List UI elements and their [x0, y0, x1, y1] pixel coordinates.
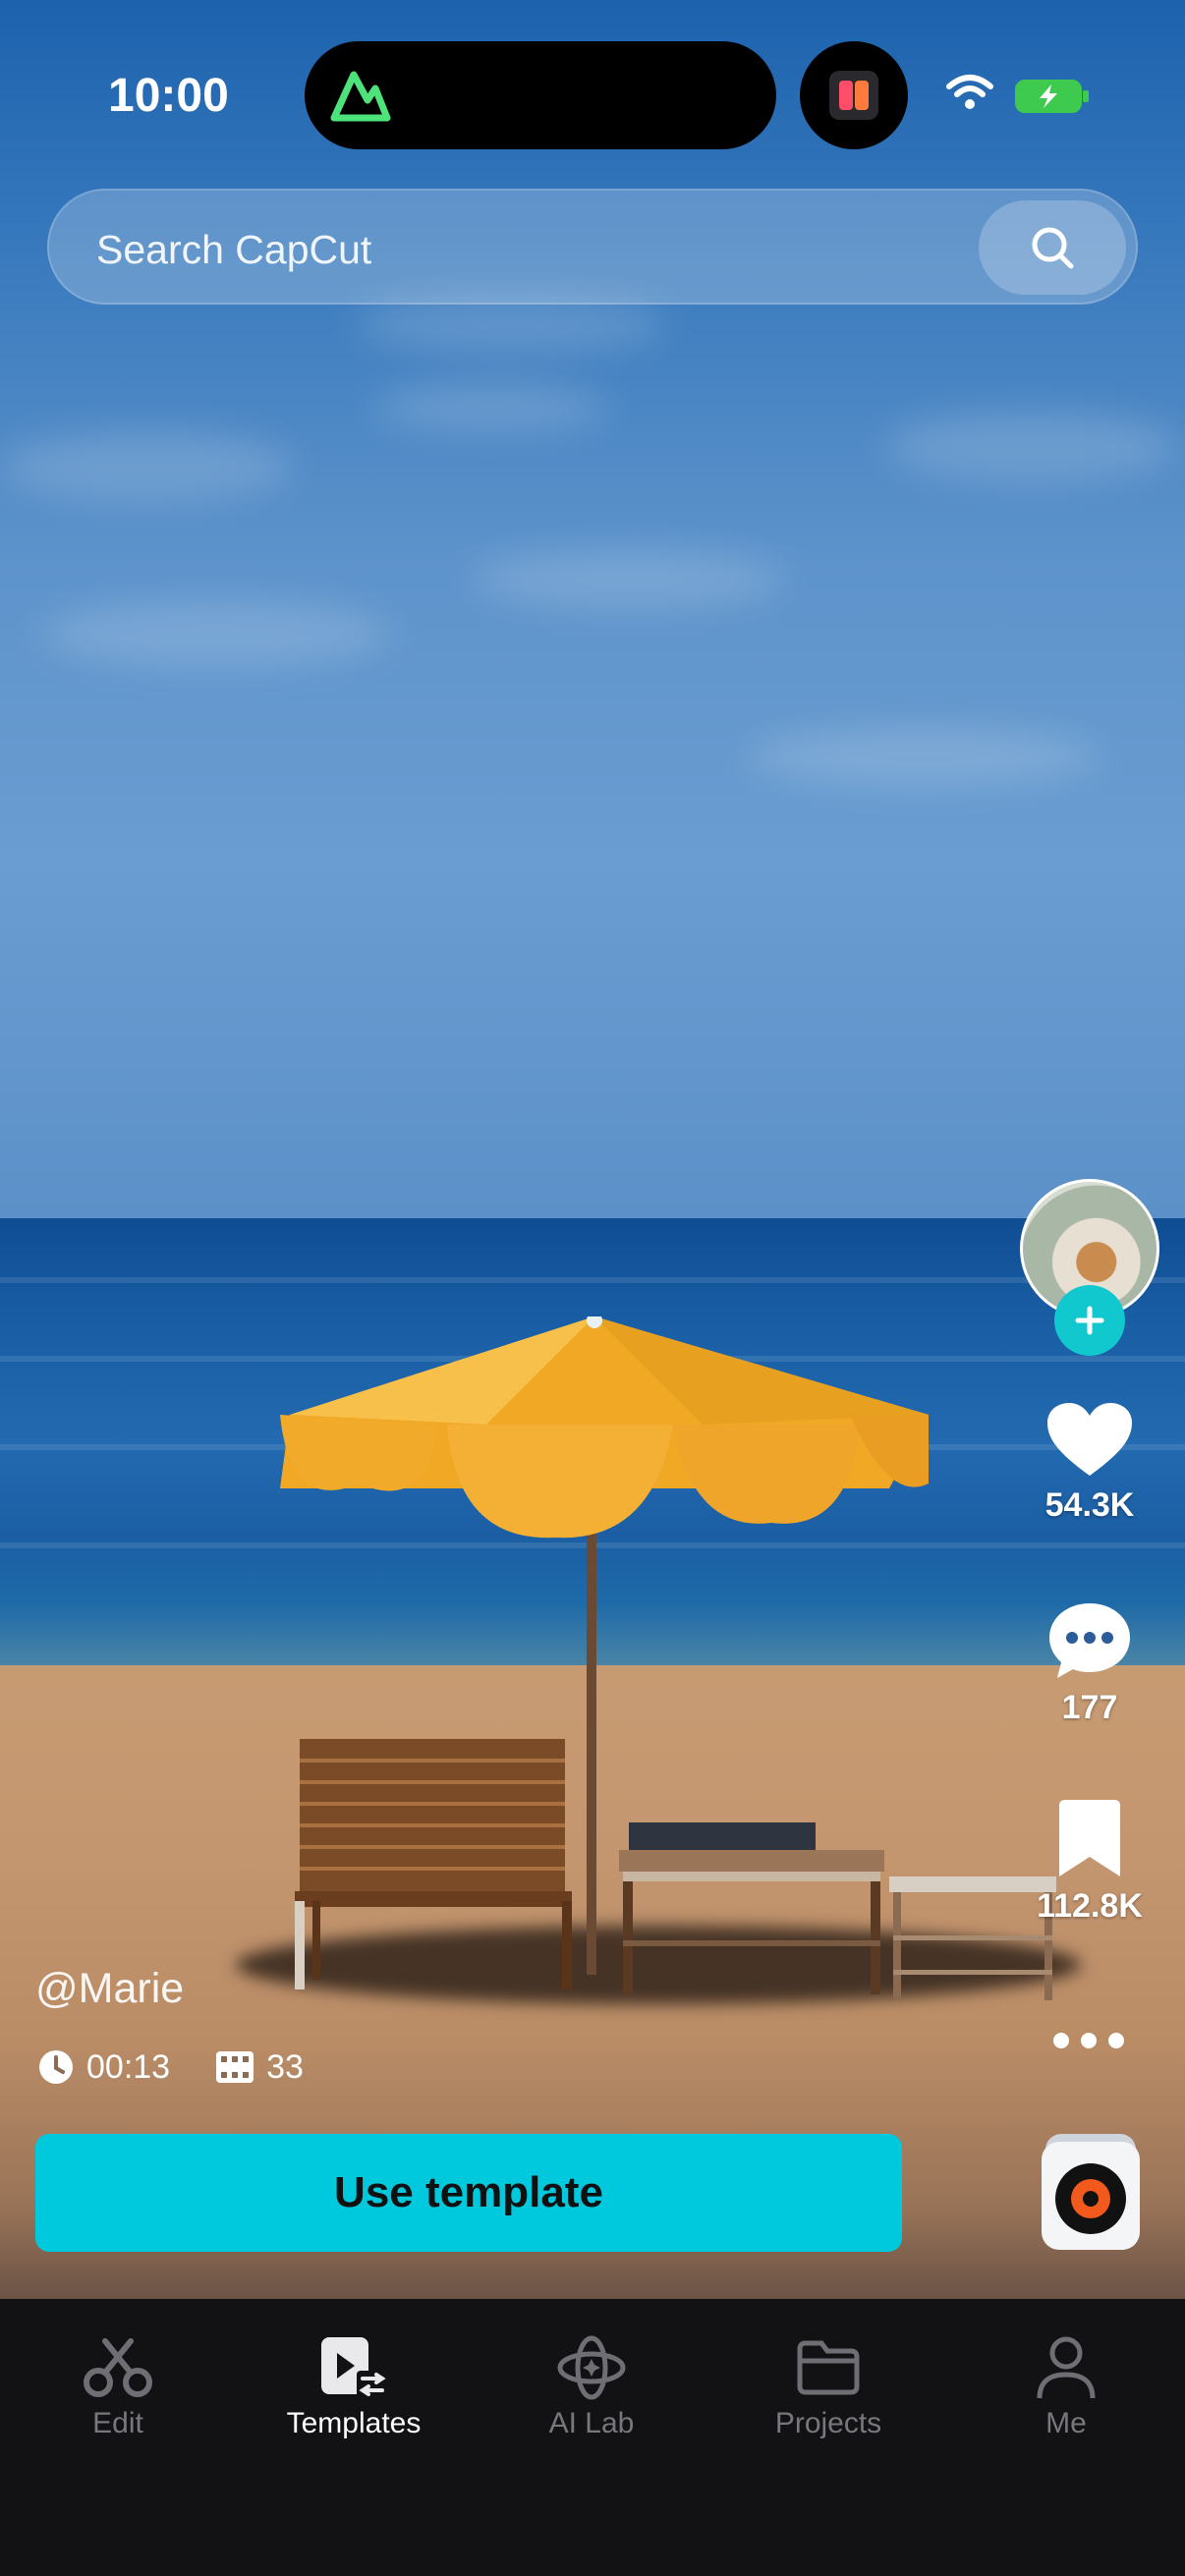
- clip-count: 33: [215, 2048, 304, 2087]
- cloud: [0, 432, 295, 501]
- template-meta: 00:13 33: [37, 2044, 349, 2091]
- tab-bar: Edit Templates AI Lab Projects Me: [0, 2299, 1185, 2576]
- clip-count-value: 33: [266, 2047, 304, 2086]
- cloud: [884, 413, 1179, 481]
- live-activity[interactable]: [800, 41, 908, 149]
- tab-label: Templates: [286, 2407, 422, 2439]
- follow-button[interactable]: [1054, 1285, 1125, 1356]
- tab-label: Edit: [92, 2407, 143, 2439]
- ai-lab-icon: [557, 2335, 626, 2400]
- comment-count: 177: [1061, 1689, 1118, 1726]
- wifi-icon: [946, 75, 993, 109]
- bookmark-icon: [1059, 1800, 1120, 1876]
- tab-label: AI Lab: [548, 2407, 635, 2439]
- more-options-icon[interactable]: [1051, 2026, 1126, 2055]
- clock-icon: [39, 2050, 73, 2084]
- duration: 00:13: [37, 2048, 170, 2087]
- save-button[interactable]: 112.8K: [1021, 1800, 1158, 1926]
- plus-icon: [1075, 1306, 1104, 1335]
- tab-projects[interactable]: Projects: [730, 2332, 927, 2440]
- comment-button[interactable]: 177: [1021, 1601, 1158, 1727]
- tab-label: Me: [1045, 2407, 1087, 2439]
- activity-app-icon: [330, 71, 391, 122]
- battery-icon: [1015, 80, 1089, 113]
- duration-value: 00:13: [86, 2047, 171, 2086]
- film-icon: [216, 2051, 254, 2083]
- search-placeholder[interactable]: Search CapCut: [96, 227, 371, 273]
- use-template-button[interactable]: Use template: [35, 2134, 902, 2252]
- creator-handle[interactable]: @Marie: [35, 1965, 184, 2013]
- heart-icon: [1047, 1403, 1132, 1476]
- beach-umbrella: [280, 1316, 929, 1975]
- save-count: 112.8K: [1037, 1887, 1143, 1925]
- status-time: 10:00: [108, 70, 229, 122]
- app-icon: [829, 71, 878, 120]
- cloud: [39, 599, 393, 668]
- like-button[interactable]: 54.3K: [1021, 1403, 1158, 1525]
- cloud: [747, 727, 1100, 786]
- template-preview-video[interactable]: [0, 0, 1185, 2299]
- folder-icon: [797, 2340, 860, 2395]
- search-button[interactable]: [979, 200, 1126, 295]
- like-count: 54.3K: [1044, 1486, 1135, 1524]
- music-disc-icon[interactable]: [1040, 2134, 1142, 2250]
- search-bar[interactable]: Search CapCut: [47, 189, 1138, 305]
- scissors-icon: [84, 2338, 152, 2397]
- search-icon: [1032, 227, 1074, 269]
- dynamic-island[interactable]: [305, 41, 776, 149]
- cloud: [373, 383, 609, 432]
- tab-ai-lab[interactable]: AI Lab: [493, 2332, 690, 2440]
- tab-templates[interactable]: Templates: [255, 2332, 452, 2440]
- person-icon: [1037, 2336, 1096, 2399]
- tab-label: Projects: [774, 2407, 882, 2439]
- tab-edit[interactable]: Edit: [20, 2332, 216, 2440]
- templates-icon: [321, 2337, 388, 2400]
- cloud: [472, 550, 786, 609]
- tab-me[interactable]: Me: [968, 2332, 1164, 2440]
- comment-icon: [1049, 1603, 1130, 1678]
